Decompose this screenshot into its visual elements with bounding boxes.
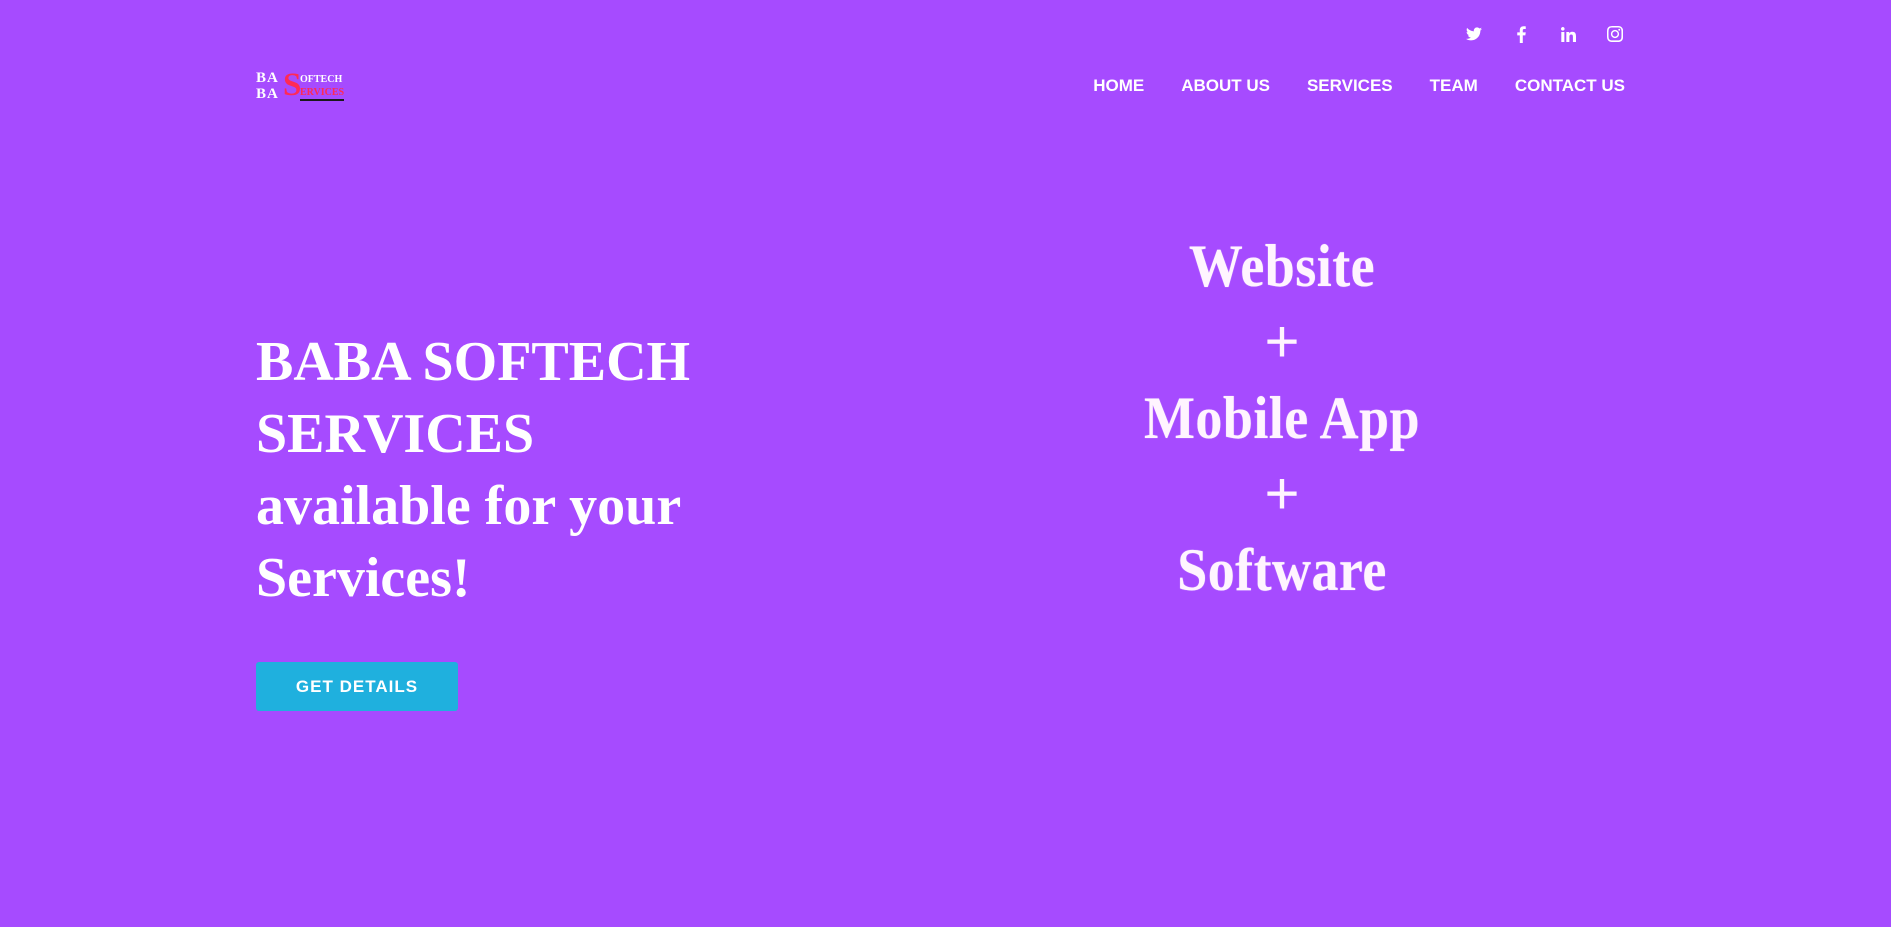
get-details-button[interactable]: GET DETAILS [256, 662, 458, 711]
twitter-icon [1466, 27, 1482, 41]
service-software: Software [1177, 537, 1387, 603]
hero-title-line: SERVICES [256, 403, 535, 465]
logo-bottom-word: ERVICES [300, 88, 345, 101]
instagram-icon [1607, 26, 1623, 42]
service-mobile-app: Mobile App [1143, 385, 1421, 451]
social-links [1462, 22, 1627, 46]
service-website: Website [1188, 233, 1376, 299]
nav-home[interactable]: HOME [1093, 76, 1144, 96]
linkedin-link[interactable] [1556, 22, 1580, 46]
hero-title-line: BABA SOFTECH [256, 331, 691, 393]
facebook-link[interactable] [1509, 22, 1533, 46]
plus-sign: + [1264, 308, 1300, 375]
main-nav: HOME ABOUT US SERVICES TEAM CONTACT US [1093, 76, 1625, 96]
instagram-link[interactable] [1603, 22, 1627, 46]
services-stack: Website + Mobile App + Software [1082, 228, 1482, 608]
nav-contact-us[interactable]: CONTACT US [1515, 76, 1625, 96]
logo-big-letter: S [283, 67, 302, 103]
plus-sign: + [1264, 460, 1300, 527]
nav-services[interactable]: SERVICES [1307, 76, 1393, 96]
nav-about-us[interactable]: ABOUT US [1181, 76, 1270, 96]
twitter-link[interactable] [1462, 22, 1486, 46]
logo-ba-top: BA [256, 70, 279, 86]
hero-title-line: available for your [256, 475, 682, 537]
linkedin-icon [1560, 26, 1576, 42]
brand-logo[interactable]: BA BA S OFTECH ERVICES [256, 67, 352, 104]
logo-ba-bottom: BA [256, 86, 279, 102]
facebook-icon [1516, 25, 1526, 43]
hero-title: BABA SOFTECH SERVICES available for your… [256, 326, 816, 614]
logo-top-word: OFTECH [300, 74, 343, 85]
hero-title-line: Services! [256, 547, 471, 609]
nav-team[interactable]: TEAM [1430, 76, 1478, 96]
